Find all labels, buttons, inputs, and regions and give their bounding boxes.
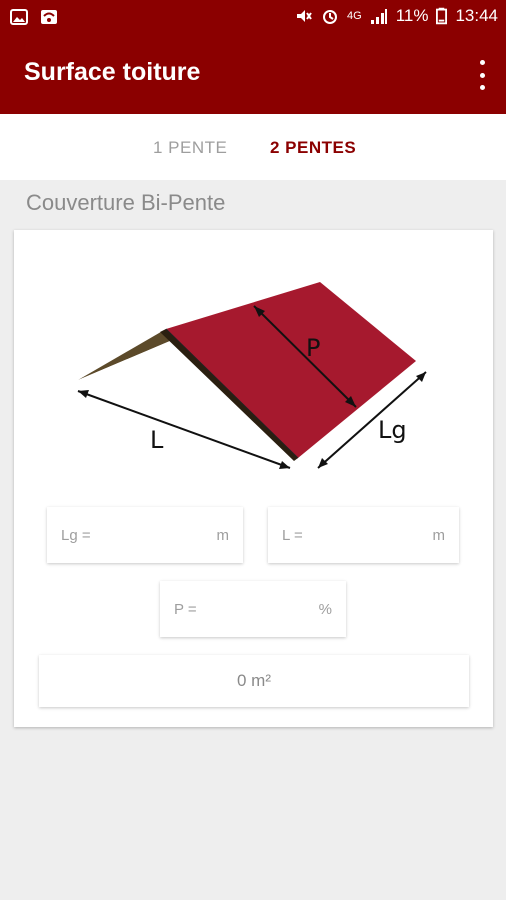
l-unit: m [432,527,446,544]
signal-icon [370,9,387,24]
battery-percent: 11% [395,6,429,25]
mute-icon [297,10,312,22]
gallery-icon [10,9,28,25]
result-area: 0 m² [39,655,469,707]
overflow-menu-icon[interactable] [476,60,488,90]
label-slope: P [306,334,320,362]
network-type: 4G [347,10,362,22]
clock: 13:44 [455,6,498,25]
p-input[interactable]: P = % [160,581,346,637]
status-left-icons [10,8,58,26]
app-title: Surface toiture [24,58,201,86]
label-length: L [150,426,164,454]
wifi-notification-icon [41,10,57,24]
section-title: Couverture Bi-Pente [26,190,226,215]
l-input[interactable]: L = m [268,507,459,563]
tab-2-pentes[interactable]: 2 PENTES [270,138,356,158]
lg-label: Lg = [61,527,91,544]
battery-icon [436,7,448,25]
alarm-icon [323,10,337,24]
calculator-card: P L Lg Lg = m L = m P = % 0 m² [14,230,493,727]
p-label: P = [174,601,197,618]
label-width: Lg [378,416,407,444]
tab-bar: 1 PENTE 2 PENTES [0,114,506,180]
tab-1-pente[interactable]: 1 PENTE [153,138,227,158]
p-unit: % [318,601,332,618]
status-bar: 4G 11% 13:44 [0,0,506,36]
status-right: 4G 11% 13:44 [295,6,498,26]
app-bar: Surface toiture [0,36,506,114]
lg-unit: m [216,527,230,544]
roof-diagram: P L Lg [77,282,427,469]
l-label: L = [282,527,303,544]
lg-input[interactable]: Lg = m [47,507,243,563]
